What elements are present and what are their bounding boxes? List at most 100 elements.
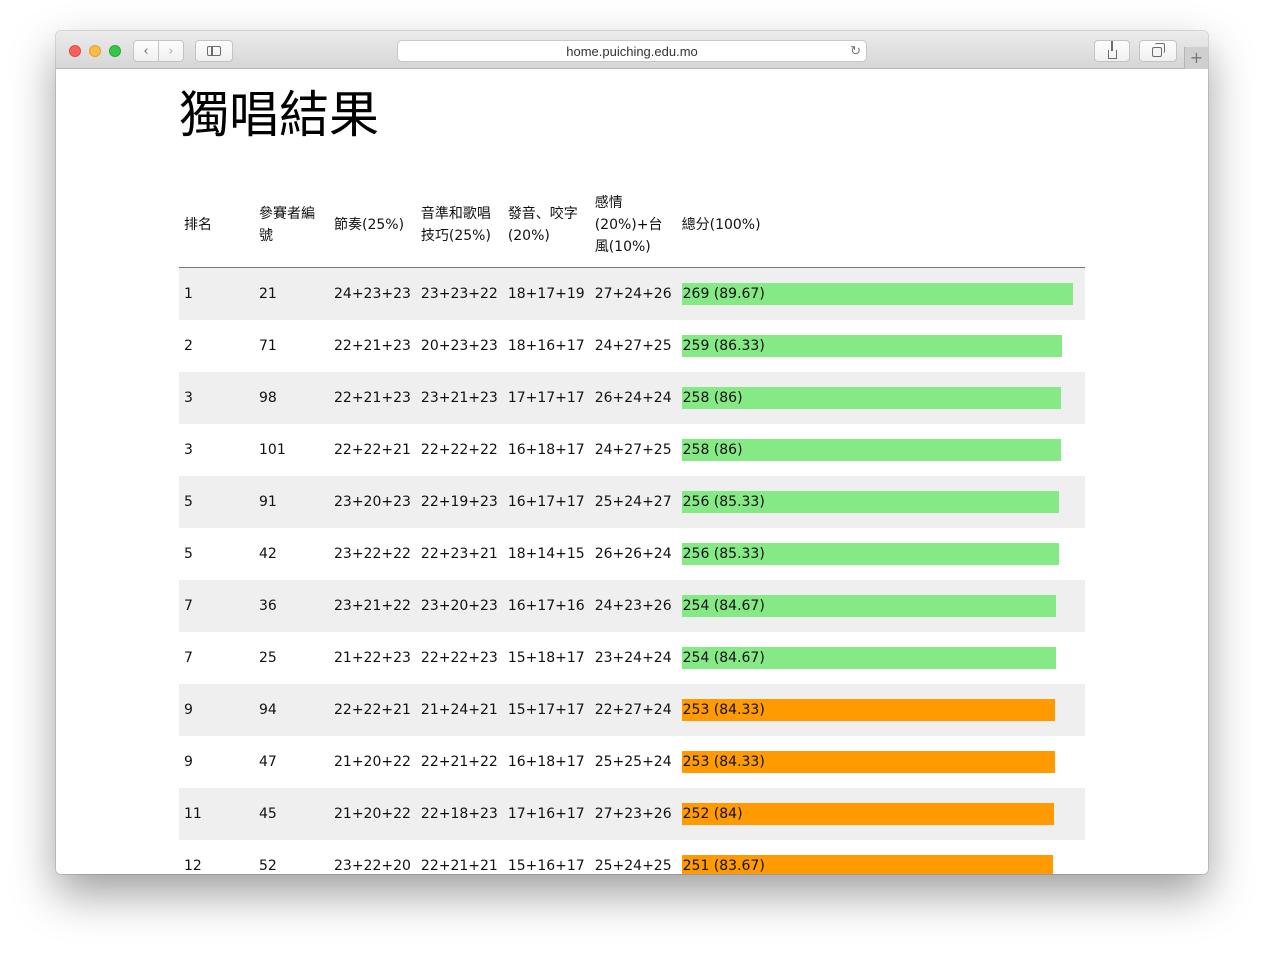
score-label: 259 (86.33) — [682, 338, 765, 354]
cell-contestant: 101 — [259, 442, 286, 458]
cell-total: 258 (86) — [677, 372, 1085, 424]
cell-total: 256 (85.33) — [677, 476, 1085, 528]
table-row: 11 45 21+20+22 22+18+23 17+16+17 27+23+26 252 … — [179, 788, 1085, 840]
score-label: 256 (85.33) — [682, 494, 765, 510]
score-label: 254 (84.67) — [682, 650, 765, 666]
score-bar: 256 (85.33) — [681, 491, 1059, 513]
score-label: 254 (84.67) — [682, 598, 765, 614]
table-body: 1 21 24+23+23 23+23+22 18+17+19 27+24+26 269 (… — [179, 267, 1085, 874]
cell-diction: 18+14+15 — [507, 546, 585, 562]
cell-rhythm: 22+21+23 — [334, 390, 411, 406]
score-label: 258 (86) — [682, 390, 743, 406]
forward-button[interactable]: › — [158, 40, 184, 62]
cell-rank: 12 — [184, 858, 202, 874]
cell-diction: 15+16+17 — [507, 858, 585, 874]
cell-diction: 16+18+17 — [507, 442, 585, 458]
cell-diction: 15+17+17 — [507, 702, 585, 718]
cell-rhythm: 22+22+21 — [334, 702, 411, 718]
cell-rank: 2 — [184, 338, 193, 354]
cell-emotion: 25+25+24 — [594, 754, 672, 770]
header-rank: 排名 — [179, 183, 254, 268]
header-contestant: 參賽者編號 — [254, 183, 329, 268]
browser-toolbar: ‹ › home.puiching.edu.mo ↻ + — [56, 31, 1208, 69]
cell-rhythm: 23+22+22 — [334, 546, 411, 562]
cell-contestant: 52 — [259, 858, 277, 874]
table-row: 5 42 23+22+22 22+23+21 18+14+15 26+26+24 256 (… — [179, 528, 1085, 580]
cell-total: 253 (84.33) — [677, 736, 1085, 788]
cell-emotion: 23+24+24 — [594, 650, 672, 666]
cell-pitch: 23+20+23 — [420, 598, 498, 614]
score-bar: 252 (84) — [681, 803, 1054, 825]
score-bar: 269 (89.67) — [681, 283, 1073, 305]
back-button[interactable]: ‹ — [133, 40, 159, 62]
cell-contestant: 47 — [259, 754, 277, 770]
table-row: 5 91 23+20+23 22+19+23 16+17+17 25+24+27 256 (… — [179, 476, 1085, 528]
cell-diction: 17+16+17 — [507, 806, 585, 822]
cell-contestant: 36 — [259, 598, 277, 614]
cell-rank: 3 — [184, 390, 193, 406]
cell-rank: 5 — [184, 546, 193, 562]
table-row: 7 36 23+21+22 23+20+23 16+17+16 24+23+26 254 (… — [179, 580, 1085, 632]
page-title: 獨唱結果 — [179, 86, 379, 144]
score-bar: 251 (83.67) — [681, 855, 1053, 874]
cell-emotion: 24+27+25 — [594, 442, 672, 458]
cell-rank: 7 — [184, 598, 193, 614]
results-table: 排名 參賽者編號 節奏(25%) 音準和歌唱技巧(25%) 發音、咬字(20%)… — [179, 183, 1085, 874]
score-label: 258 (86) — [682, 442, 743, 458]
sidebar-toggle-button[interactable] — [195, 40, 233, 62]
score-bar: 258 (86) — [681, 439, 1061, 461]
table-row: 7 25 21+22+23 22+22+23 15+18+17 23+24+24 254 (… — [179, 632, 1085, 684]
cell-contestant: 98 — [259, 390, 277, 406]
cell-rhythm: 23+21+22 — [334, 598, 411, 614]
cell-emotion: 24+27+25 — [594, 338, 672, 354]
cell-contestant: 42 — [259, 546, 277, 562]
cell-diction: 15+18+17 — [507, 650, 585, 666]
cell-total: 259 (86.33) — [677, 320, 1085, 372]
score-bar: 258 (86) — [681, 387, 1061, 409]
fullscreen-window-icon[interactable] — [109, 45, 121, 57]
score-bar: 253 (84.33) — [681, 751, 1055, 773]
header-total: 總分(100%) — [676, 183, 1085, 268]
close-window-icon[interactable] — [69, 45, 81, 57]
score-label: 269 (89.67) — [682, 286, 765, 302]
share-icon — [1107, 40, 1117, 59]
header-diction: 發音、咬字(20%) — [502, 183, 590, 268]
show-tabs-button[interactable] — [1139, 40, 1177, 62]
cell-emotion: 25+24+25 — [594, 858, 672, 874]
table-row: 3 101 22+22+21 22+22+22 16+18+17 24+27+25 258 … — [179, 424, 1085, 476]
score-label: 253 (84.33) — [682, 702, 765, 718]
cell-contestant: 91 — [259, 494, 277, 510]
header-pitch: 音準和歌唱技巧(25%) — [415, 183, 503, 268]
cell-total: 253 (84.33) — [677, 684, 1085, 736]
cell-rhythm: 23+22+20 — [334, 858, 411, 874]
minimize-window-icon[interactable] — [89, 45, 101, 57]
cell-rhythm: 21+20+22 — [334, 806, 411, 822]
score-bar: 259 (86.33) — [681, 335, 1062, 357]
cell-contestant: 21 — [259, 286, 277, 302]
header-rhythm: 節奏(25%) — [329, 183, 416, 268]
table-row: 1 21 24+23+23 23+23+22 18+17+19 27+24+26 269 (… — [179, 267, 1085, 320]
score-bar: 253 (84.33) — [681, 699, 1055, 721]
url-text: home.puiching.edu.mo — [566, 43, 698, 59]
new-tab-button[interactable]: + — [1184, 47, 1208, 69]
sidebar-icon — [207, 46, 221, 56]
cell-emotion: 22+27+24 — [594, 702, 672, 718]
cell-rhythm: 22+22+21 — [334, 442, 411, 458]
page-content: 獨唱結果 排名 參賽者編號 節奏(25%) 音準和歌唱技巧(25%) 發音、咬字… — [56, 69, 1208, 874]
table-row: 2 71 22+21+23 20+23+23 18+16+17 24+27+25 259 (… — [179, 320, 1085, 372]
cell-emotion: 25+24+27 — [594, 494, 672, 510]
cell-diction: 18+16+17 — [507, 338, 585, 354]
share-button[interactable] — [1094, 40, 1130, 62]
tabs-overview-icon — [1152, 43, 1165, 57]
cell-total: 256 (85.33) — [677, 528, 1085, 580]
reload-icon[interactable]: ↻ — [850, 43, 861, 59]
cell-pitch: 22+19+23 — [420, 494, 498, 510]
cell-rhythm: 22+21+23 — [334, 338, 411, 354]
cell-total: 252 (84) — [677, 788, 1085, 840]
cell-pitch: 21+24+21 — [420, 702, 498, 718]
header-emotion: 感情(20%)+台風(10%) — [589, 183, 677, 268]
cell-emotion: 27+24+26 — [594, 286, 672, 302]
table-row: 12 52 23+22+20 22+21+21 15+16+17 25+24+25 251 … — [179, 840, 1085, 874]
address-bar[interactable]: home.puiching.edu.mo ↻ — [397, 40, 867, 62]
cell-rhythm: 24+23+23 — [334, 286, 411, 302]
